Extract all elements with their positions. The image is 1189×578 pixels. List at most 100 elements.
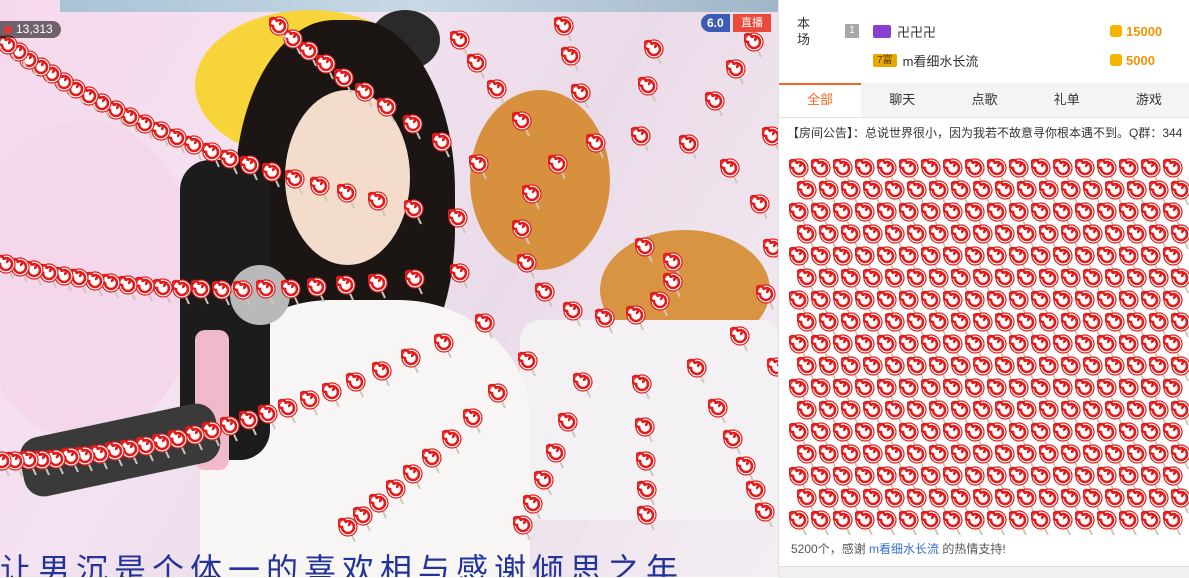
lollipop-icon (943, 510, 965, 535)
rank-coin-value: 15000 (1126, 23, 1163, 39)
lollipop-icon (755, 502, 777, 528)
chat-input-bar[interactable] (779, 566, 1189, 578)
lollipop-icon (635, 237, 657, 263)
lollipop-icon (1009, 510, 1031, 535)
lollipop-icon (877, 510, 899, 535)
danmaku-text: 让男沉是个体一的喜欢相与感谢倾思之年 (0, 551, 685, 577)
rank-coins: 15000 (1110, 24, 1189, 39)
lollipop-icon (723, 429, 745, 455)
lollipop-icon (233, 280, 255, 306)
lollipop-icon (708, 398, 730, 424)
lollipop-icon (726, 59, 748, 85)
lollipop-icon (736, 456, 758, 482)
tab-all[interactable]: 全部 (779, 83, 862, 117)
lollipop-icon (377, 97, 399, 123)
lollipop-icon (401, 348, 423, 374)
lollipop-icon (679, 134, 701, 160)
lollipop-icon (744, 32, 766, 58)
tab-song-request[interactable]: 点歌 (943, 83, 1025, 117)
coin-icon (1110, 54, 1122, 66)
lollipop-icon (636, 451, 658, 477)
lollipop-icon (561, 46, 583, 72)
rank-row[interactable]: 1 卍卍卍 15000 (845, 20, 1189, 42)
lollipop-icon (548, 154, 570, 180)
rank-user-name[interactable]: 卍卍卍 (897, 22, 1110, 41)
lollipop-icon (450, 30, 472, 56)
tab-games[interactable]: 游戏 (1108, 83, 1189, 117)
thanks-suffix: 的热情支持! (942, 542, 1006, 556)
lollipop-icon (463, 408, 485, 434)
lollipop-icon (450, 263, 472, 289)
lollipop-icon (191, 279, 213, 305)
rank-row[interactable]: 2 7富 m看细水长流 5000 (845, 49, 1189, 71)
lollipop-icon (965, 510, 987, 535)
lollipop-icon (811, 510, 833, 535)
lollipop-icon (442, 429, 464, 455)
lollipop-icon (212, 280, 234, 306)
lollipop-icon (448, 208, 470, 234)
live-dot-icon (4, 25, 12, 34)
fan-count-tag[interactable]: 6.0 (701, 14, 730, 32)
rank-coin-value: 5000 (1126, 52, 1155, 68)
lollipop-icon (278, 398, 300, 424)
lollipop-icon (307, 277, 329, 303)
lollipop-icon (1031, 510, 1053, 535)
live-video-player[interactable]: 13,313 6.0 直播 让男沉是个体一的喜欢相与感谢倾思之年 (0, 0, 778, 577)
lollipop-icon (432, 132, 454, 158)
lollipop-icon (558, 412, 580, 438)
lollipop-icon (422, 448, 444, 474)
lollipop-icon (475, 313, 497, 339)
lollipop-icon (513, 515, 535, 541)
lollipop-icon (517, 253, 539, 279)
teddy-bear (470, 90, 610, 270)
thanks-user-name[interactable]: m看细水长流 (869, 542, 939, 556)
lollipop-icon (1075, 510, 1097, 535)
lollipop-icon (767, 357, 778, 383)
lollipop-icon (512, 219, 534, 245)
rank-user-name[interactable]: m看细水长流 (903, 51, 1110, 70)
lollipop-icon (285, 169, 307, 195)
lollipop-icon (855, 510, 877, 535)
lollipop-icon (404, 199, 426, 225)
rank-title[interactable]: 本场 (797, 16, 821, 48)
lollipop-icon (1053, 510, 1075, 535)
lollipop-icon (546, 443, 568, 469)
lollipop-icon (405, 269, 427, 295)
lollipop-icon (571, 83, 593, 109)
lollipop-icon (554, 16, 576, 42)
lollipop-icon (586, 133, 608, 159)
lollipop-icon (269, 16, 291, 42)
lollipop-icon (1163, 510, 1185, 535)
lollipop-icon (469, 154, 491, 180)
lollipop-icon (322, 382, 344, 408)
lollipop-icon (637, 505, 659, 531)
tab-chat[interactable]: 聊天 (861, 83, 943, 117)
lollipop-icon (0, 451, 14, 477)
lollipop-icon (281, 279, 303, 305)
chat-message-area[interactable] (779, 150, 1189, 535)
lollipop-icon (518, 351, 540, 377)
lollipop-icon (720, 158, 742, 184)
level-badge (873, 24, 891, 38)
rank-coins: 5000 (1110, 53, 1189, 68)
lollipop-icon (637, 480, 659, 506)
lollipop-icon (346, 372, 368, 398)
lollipop-icon (310, 176, 332, 202)
rank-number: 2 (845, 53, 859, 67)
lollipop-icon (434, 333, 456, 359)
thanks-prefix: 5200个，感谢 (791, 542, 866, 556)
lollipop-icon (534, 470, 556, 496)
lollipop-icon (336, 275, 358, 301)
lollipop-icon (338, 517, 360, 543)
lollipop-icon (300, 390, 322, 416)
lollipop-icon (789, 510, 811, 535)
lollipop-icon (921, 510, 943, 535)
lollipop-icon (239, 410, 261, 436)
chat-panel: 本场 1 卍卍卍 15000 2 7富 m看细水长流 5000 全部 聊天 点歌… (778, 0, 1189, 578)
coin-icon (1110, 25, 1122, 37)
lollipop-icon (626, 305, 648, 331)
tab-gift-list[interactable]: 礼单 (1026, 83, 1108, 117)
lollipop-icon (730, 326, 752, 352)
level-badge: 7富 (873, 53, 897, 67)
video-top-strip (60, 0, 778, 12)
